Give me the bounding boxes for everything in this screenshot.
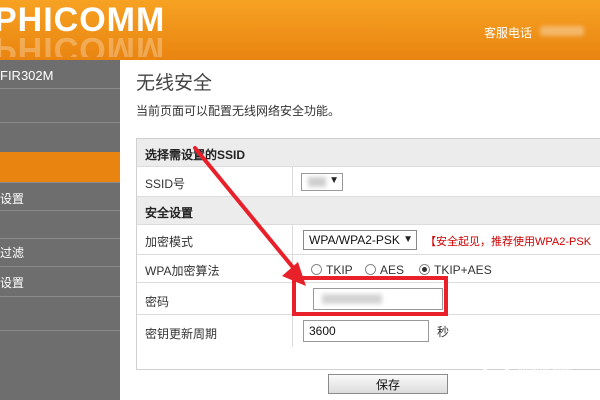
page-description: 当前页面可以配置无线网络安全功能。 <box>136 104 341 118</box>
ssid-select[interactable]: ▼ <box>301 173 343 191</box>
encryption-recommendation: 【安全起见，推荐使用WPA2-PSK <box>425 236 592 248</box>
sidebar-item-1[interactable] <box>0 88 120 122</box>
algorithm-row: WPA加密算法 TKIP AES TKIP+AES <box>137 255 600 283</box>
brand-reflection: PHICOMM <box>0 30 166 57</box>
brand-logo: PHICOMM PHICOMM <box>0 3 170 57</box>
radio-aes[interactable] <box>365 264 376 275</box>
watermark-text: 路由器 <box>516 344 574 366</box>
key-interval-value: 3600 <box>309 324 336 338</box>
router-icon <box>478 340 514 376</box>
password-label: 密码 <box>145 295 170 309</box>
sidebar-item-8[interactable] <box>0 296 120 330</box>
watermark-url: luyouqi.com <box>518 366 572 377</box>
sidebar-item-2[interactable] <box>0 122 120 152</box>
encryption-mode-select[interactable]: WPA/WPA2-PSK ▼ <box>303 230 417 250</box>
sidebar-item-settings-2[interactable]: 设置 <box>0 266 120 296</box>
chevron-down-icon: ▼ <box>403 234 413 245</box>
sidebar-item-9[interactable] <box>0 330 120 370</box>
sidebar-item-wireless-security[interactable] <box>0 152 120 182</box>
encryption-mode-value: WPA/WPA2-PSK <box>309 233 400 247</box>
algorithm-option-tkip[interactable]: TKIP <box>311 263 353 277</box>
ssid-row: SSID号 ▼ <box>137 167 600 197</box>
watermark: 路由器 luyouqi.com <box>478 332 598 388</box>
password-input[interactable] <box>313 288 443 310</box>
page-title: 无线安全 <box>136 73 213 94</box>
hotline-label: 客服电话 <box>483 26 532 40</box>
sidebar-item-settings[interactable]: 设置 <box>0 182 120 210</box>
radio-tkip[interactable] <box>311 264 322 275</box>
ssid-value-blurred <box>308 177 326 187</box>
ssid-section-header: 选择需设置的SSID <box>137 139 600 167</box>
chevron-down-icon: ▼ <box>329 175 339 186</box>
algorithm-option-aes[interactable]: AES <box>365 263 404 277</box>
ssid-section-title: 选择需设置的SSID <box>145 148 246 162</box>
sidebar: FIR302M 设置 过滤 设置 <box>0 60 120 400</box>
save-button[interactable]: 保存 <box>328 374 448 394</box>
password-row: 密码 <box>137 283 600 315</box>
top-header: PHICOMM PHICOMM 客服电话 <box>0 0 600 60</box>
key-interval-unit: 秒 <box>437 325 450 339</box>
encryption-label: 加密模式 <box>145 235 194 249</box>
password-value-blurred <box>322 294 382 304</box>
model-name: FIR302M <box>0 68 54 83</box>
sidebar-item-filter[interactable]: 过滤 <box>0 238 120 266</box>
sidebar-item-5[interactable] <box>0 210 120 238</box>
key-interval-input[interactable]: 3600 <box>303 320 429 342</box>
security-section-title: 安全设置 <box>145 206 194 220</box>
encryption-row: 加密模式 WPA/WPA2-PSK ▼ 【安全起见，推荐使用WPA2-PSK <box>137 225 600 255</box>
ssid-label: SSID号 <box>145 177 186 191</box>
key-interval-label: 密钥更新周期 <box>145 327 218 341</box>
radio-tkip-aes[interactable] <box>419 264 430 275</box>
hotline-number-blurred <box>540 26 584 36</box>
algorithm-option-tkip-aes[interactable]: TKIP+AES <box>419 263 492 277</box>
security-section-header: 安全设置 <box>137 197 600 225</box>
algorithm-label: WPA加密算法 <box>145 264 220 278</box>
